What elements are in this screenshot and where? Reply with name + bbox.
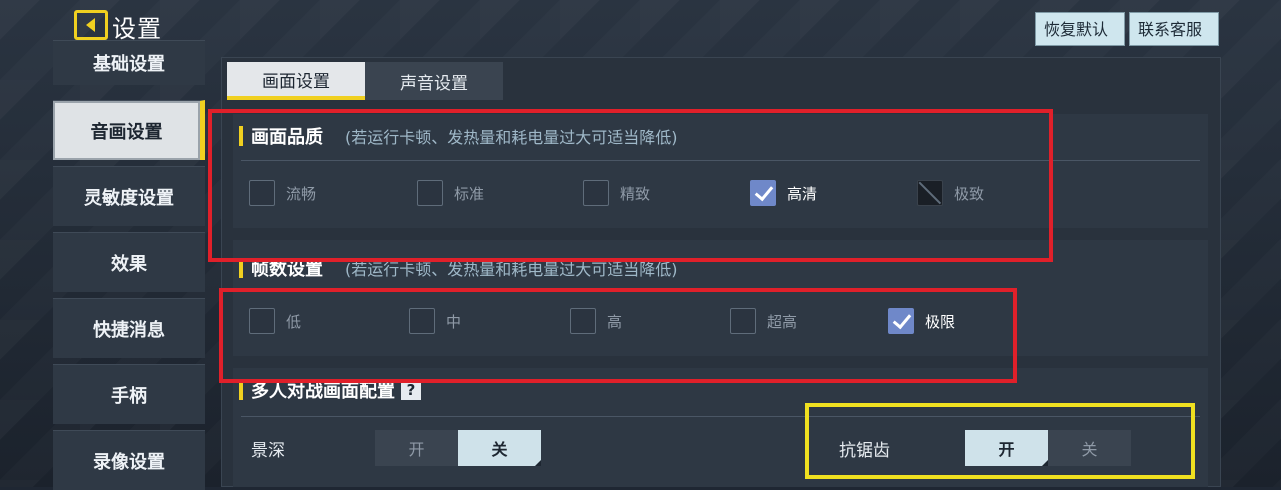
option-label: 极限 — [925, 312, 956, 331]
section-marker — [239, 380, 243, 400]
framerate-note: (若运行卡顿、发热量和耗电量过大可适当降低) — [345, 260, 678, 279]
depth-off-option[interactable]: 关 — [458, 430, 541, 466]
multiplayer-section: 多人对战画面配置 ? 景深 开 关 抗锯齿 开 关 — [233, 368, 1208, 487]
multiplayer-header: 多人对战画面配置 ? — [233, 368, 421, 412]
option-label: 极致 — [954, 184, 985, 203]
depth-on-option[interactable]: 开 — [375, 430, 458, 466]
framerate-section: 帧数设置 (若运行卡顿、发热量和耗电量过大可适当降低) 低 中 高 超高 极限 — [233, 240, 1208, 356]
sidebar-item-controller[interactable]: 手柄 — [53, 364, 205, 424]
restore-default-button[interactable]: 恢复默认 — [1035, 12, 1125, 46]
antialias-off-option[interactable]: 关 — [1048, 430, 1131, 466]
checkbox-checked[interactable] — [750, 180, 776, 206]
section-marker — [239, 258, 243, 278]
help-icon[interactable]: ? — [401, 380, 421, 400]
quality-title: 画面品质 — [251, 127, 323, 148]
option-label: 流畅 — [286, 184, 317, 203]
checkbox[interactable] — [409, 308, 435, 334]
page-title: 设置 — [112, 15, 162, 43]
antialias-on-option[interactable]: 开 — [965, 430, 1048, 466]
back-button[interactable] — [74, 10, 108, 40]
framerate-title: 帧数设置 — [251, 259, 323, 280]
multiplayer-title: 多人对战画面配置 — [251, 381, 395, 402]
option-label: 标准 — [454, 184, 485, 203]
section-marker — [239, 126, 243, 146]
option-label: 中 — [446, 312, 462, 331]
chevron-left-icon — [86, 18, 95, 32]
checkbox[interactable] — [249, 308, 275, 334]
checkbox-disabled[interactable] — [917, 180, 943, 206]
checkbox[interactable] — [249, 180, 275, 206]
checkbox[interactable] — [570, 308, 596, 334]
quality-option-smooth[interactable]: 流畅 — [249, 180, 316, 206]
depth-of-field-label: 景深 — [251, 441, 285, 461]
framerate-header: 帧数设置 (若运行卡顿、发热量和耗电量过大可适当降低) — [233, 246, 678, 290]
option-label: 超高 — [767, 312, 798, 331]
antialias-label: 抗锯齿 — [839, 441, 890, 461]
framerate-option-medium[interactable]: 中 — [409, 308, 461, 334]
option-label: 高 — [607, 312, 623, 331]
quality-option-hd[interactable]: 高清 — [750, 180, 817, 206]
sidebar-item-effects[interactable]: 效果 — [53, 232, 205, 292]
framerate-option-low[interactable]: 低 — [249, 308, 301, 334]
quality-option-fine[interactable]: 精致 — [583, 180, 650, 206]
option-label: 低 — [286, 312, 302, 331]
quality-option-ultra[interactable]: 极致 — [917, 180, 984, 206]
checkbox[interactable] — [583, 180, 609, 206]
sidebar-item-sensitivity[interactable]: 灵敏度设置 — [53, 166, 205, 226]
checkbox-checked[interactable] — [888, 308, 914, 334]
quality-header: 画面品质 (若运行卡顿、发热量和耗电量过大可适当降低) — [233, 114, 678, 158]
divider — [241, 416, 1200, 417]
sidebar-item-basic[interactable]: 基础设置 — [53, 40, 205, 85]
framerate-option-extreme[interactable]: 极限 — [888, 308, 955, 334]
sidebar-item-recording[interactable]: 录像设置 — [53, 430, 205, 490]
sidebar-item-audio-video[interactable]: 音画设置 — [53, 100, 205, 160]
checkbox[interactable] — [417, 180, 443, 206]
depth-of-field-toggle: 开 关 — [375, 430, 541, 466]
sidebar-item-quick-messages[interactable]: 快捷消息 — [53, 298, 205, 358]
option-label: 精致 — [620, 184, 651, 203]
framerate-option-ultra-high[interactable]: 超高 — [730, 308, 797, 334]
antialias-toggle: 开 关 — [965, 430, 1131, 466]
checkbox[interactable] — [730, 308, 756, 334]
option-label: 高清 — [787, 184, 818, 203]
tab-graphics[interactable]: 画面设置 — [227, 62, 365, 100]
framerate-option-high[interactable]: 高 — [570, 308, 622, 334]
contact-support-button[interactable]: 联系客服 — [1129, 12, 1219, 46]
quality-option-standard[interactable]: 标准 — [417, 180, 484, 206]
divider — [241, 160, 1200, 161]
tab-sound[interactable]: 声音设置 — [365, 62, 503, 100]
quality-section: 画面品质 (若运行卡顿、发热量和耗电量过大可适当降低) 流畅 标准 精致 高清 … — [233, 114, 1208, 228]
quality-note: (若运行卡顿、发热量和耗电量过大可适当降低) — [345, 128, 678, 147]
